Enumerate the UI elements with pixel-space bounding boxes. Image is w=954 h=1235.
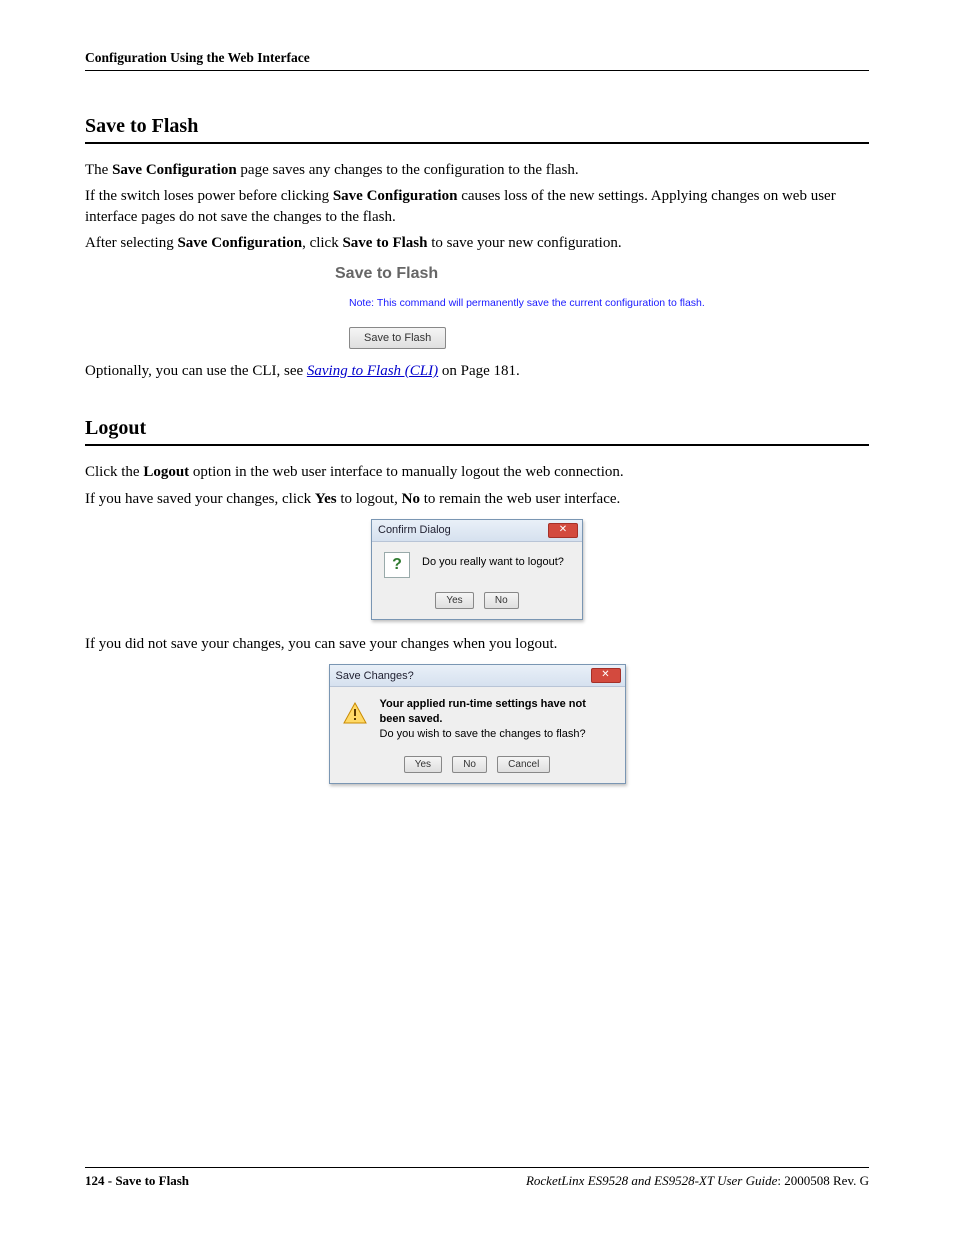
dialog-titlebar: Confirm Dialog ✕ xyxy=(372,520,582,542)
text: page saves any changes to the configurat… xyxy=(237,162,579,178)
body-paragraph: Optionally, you can use the CLI, see Sav… xyxy=(85,361,869,381)
no-button[interactable]: No xyxy=(452,756,487,773)
dialog-titlebar: Save Changes? ✕ xyxy=(330,665,625,687)
text: The xyxy=(85,162,112,178)
cancel-button[interactable]: Cancel xyxy=(497,756,550,773)
text: on Page 181. xyxy=(438,363,520,379)
text: to save your new configuration. xyxy=(427,235,621,251)
xref-link[interactable]: Saving to Flash (CLI) xyxy=(307,363,438,379)
section-title-logout: Logout xyxy=(85,417,869,440)
text-bold: Save Configuration xyxy=(112,162,237,178)
text: , click xyxy=(302,235,342,251)
running-header: Configuration Using the Web Interface xyxy=(85,50,869,71)
yes-button[interactable]: Yes xyxy=(435,592,473,609)
text-bold: Logout xyxy=(143,464,189,480)
body-paragraph: Click the Logout option in the web user … xyxy=(85,462,869,482)
footer-rev: : 2000508 Rev. G xyxy=(777,1173,869,1188)
close-icon[interactable]: ✕ xyxy=(548,523,578,538)
rule xyxy=(85,142,869,144)
text: to logout, xyxy=(337,491,402,507)
dialog-body: ? Do you really want to logout? xyxy=(372,542,582,584)
text: Do you wish to save the changes to flash… xyxy=(380,728,586,740)
body-paragraph: The Save Configuration page saves any ch… xyxy=(85,160,869,180)
text: After selecting xyxy=(85,235,177,251)
dialog-buttons: Yes No xyxy=(372,584,582,619)
save-changes-dialog: Save Changes? ✕ Your applied run-time se… xyxy=(329,664,626,784)
warning-icon xyxy=(342,701,368,725)
footer-right: RocketLinx ES9528 and ES9528-XT User Gui… xyxy=(526,1173,869,1189)
text-bold: Yes xyxy=(315,491,337,507)
text: If the switch loses power before clickin… xyxy=(85,188,333,204)
footer-left: 124 - Save to Flash xyxy=(85,1173,189,1189)
question-icon: ? xyxy=(384,552,410,578)
close-icon[interactable]: ✕ xyxy=(591,668,621,683)
yes-button[interactable]: Yes xyxy=(404,756,442,773)
ui-note-text: Note: This command will permanently save… xyxy=(349,297,755,309)
dialog-title-text: Save Changes? xyxy=(336,670,414,682)
body-paragraph: After selecting Save Configuration, clic… xyxy=(85,233,869,253)
dialog-title-text: Confirm Dialog xyxy=(378,524,451,536)
text: option in the web user interface to manu… xyxy=(189,464,623,480)
text: Optionally, you can use the CLI, see xyxy=(85,363,307,379)
text-bold: No xyxy=(402,491,420,507)
text-bold: Save Configuration xyxy=(333,188,458,204)
no-button[interactable]: No xyxy=(484,592,519,609)
text: If you have saved your changes, click xyxy=(85,491,315,507)
page-footer: 124 - Save to Flash RocketLinx ES9528 an… xyxy=(85,1167,869,1189)
body-paragraph: If you have saved your changes, click Ye… xyxy=(85,489,869,509)
body-paragraph: If the switch loses power before clickin… xyxy=(85,186,869,227)
dialog-message: Your applied run-time settings have not … xyxy=(380,697,613,742)
text-bold: Save to Flash xyxy=(342,235,427,251)
confirm-dialog: Confirm Dialog ✕ ? Do you really want to… xyxy=(371,519,583,620)
text-bold: Your applied run-time settings have not … xyxy=(380,698,586,725)
footer-guide-title: RocketLinx ES9528 and ES9528-XT User Gui… xyxy=(526,1173,777,1188)
dialog-buttons: Yes No Cancel xyxy=(330,748,625,783)
ui-heading: Save to Flash xyxy=(335,265,755,283)
text: to remain the web user interface. xyxy=(420,491,620,507)
text-bold: Save Configuration xyxy=(177,235,302,251)
text: Click the xyxy=(85,464,143,480)
embedded-ui-save-to-flash: Save to Flash Note: This command will pe… xyxy=(335,265,755,349)
section-title-save: Save to Flash xyxy=(85,115,869,138)
save-to-flash-button[interactable]: Save to Flash xyxy=(349,327,446,349)
body-paragraph: If you did not save your changes, you ca… xyxy=(85,634,869,654)
dialog-body: Your applied run-time settings have not … xyxy=(330,687,625,748)
rule xyxy=(85,444,869,446)
dialog-message: Do you really want to logout? xyxy=(422,552,564,568)
